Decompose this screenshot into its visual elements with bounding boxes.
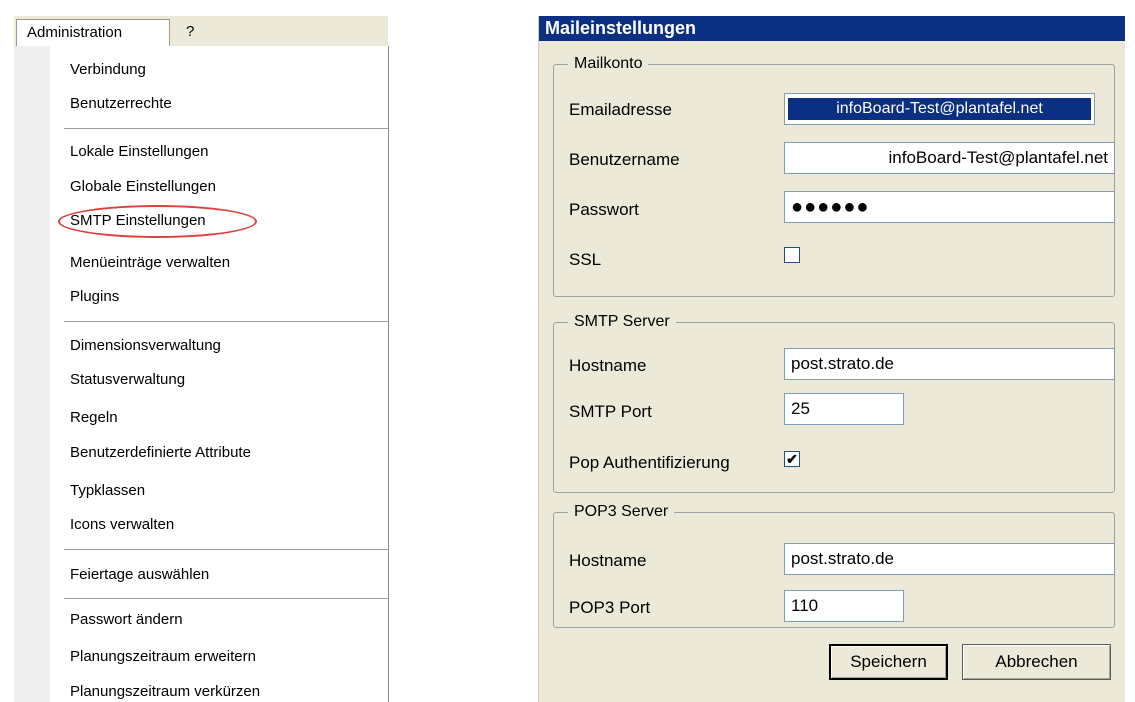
menu-divider bbox=[64, 549, 388, 550]
smtp-port-label: SMTP Port bbox=[569, 402, 652, 421]
pop-auth-checkbox[interactable]: ✔ bbox=[784, 451, 800, 467]
ssl-checkbox[interactable] bbox=[784, 247, 800, 263]
menu-item-zeitraum-erweitern[interactable]: Planungszeitraum erweitern bbox=[70, 647, 256, 667]
menu-administration[interactable]: Administration bbox=[16, 19, 170, 46]
email-field[interactable]: infoBoard-Test@plantafel.net bbox=[784, 93, 1095, 125]
password-label: Passwort bbox=[569, 200, 639, 219]
menu-item-regeln[interactable]: Regeln bbox=[70, 408, 118, 428]
menu-item-zeitraum-verkuerzen[interactable]: Planungszeitraum verkürzen bbox=[70, 682, 260, 702]
group-mailkonto: Mailkonto Emailadresse infoBoard-Test@pl… bbox=[553, 54, 1115, 297]
menu-item-menueeintraege[interactable]: Menüeinträge verwalten bbox=[70, 253, 230, 273]
ssl-label: SSL bbox=[569, 250, 602, 269]
mail-settings-dialog: Maileinstellungen Mailkonto Emailadresse… bbox=[538, 16, 1125, 702]
menu-item-icons-verwalten[interactable]: Icons verwalten bbox=[70, 515, 174, 535]
group-title-pop3: POP3 Server bbox=[568, 502, 675, 522]
username-label: Benutzername bbox=[569, 150, 680, 169]
menu-divider bbox=[64, 321, 388, 322]
menu-item-statusverwaltung[interactable]: Statusverwaltung bbox=[70, 370, 185, 390]
administration-dropdown: Verbindung Benutzerrechte Lokale Einstel… bbox=[14, 46, 389, 702]
pop3-hostname-label: Hostname bbox=[569, 551, 647, 570]
menu-item-verbindung[interactable]: Verbindung bbox=[70, 60, 146, 80]
menu-divider bbox=[64, 128, 388, 129]
group-title-smtp: SMTP Server bbox=[568, 312, 676, 332]
menu-item-benutzerdefinierte-attribute[interactable]: Benutzerdefinierte Attribute bbox=[70, 443, 251, 463]
menu-item-typklassen[interactable]: Typklassen bbox=[70, 481, 145, 501]
menu-item-dimensionsverwaltung[interactable]: Dimensionsverwaltung bbox=[70, 336, 221, 356]
menu-item-benutzerrechte[interactable]: Benutzerrechte bbox=[70, 94, 172, 114]
menu-item-lokale-einstellungen[interactable]: Lokale Einstellungen bbox=[70, 142, 208, 162]
menu-item-feiertage[interactable]: Feiertage auswählen bbox=[70, 565, 209, 585]
password-field[interactable] bbox=[784, 191, 1115, 223]
menu-bar: Administration ? bbox=[14, 16, 388, 47]
group-title-mailkonto: Mailkonto bbox=[568, 54, 649, 74]
smtp-hostname-label: Hostname bbox=[569, 356, 647, 375]
menu-item-plugins[interactable]: Plugins bbox=[70, 287, 119, 307]
group-pop3-server: POP3 Server Hostname POP3 Port bbox=[553, 502, 1115, 628]
pop-auth-label: Pop Authentifizierung bbox=[569, 453, 730, 472]
menu-item-globale-einstellungen[interactable]: Globale Einstellungen bbox=[70, 177, 216, 197]
dialog-title: Maileinstellungen bbox=[539, 16, 1125, 41]
smtp-highlight-ellipse bbox=[58, 205, 257, 238]
email-label: Emailadresse bbox=[569, 100, 672, 119]
menu-icon-gutter bbox=[14, 46, 50, 702]
pop3-port-label: POP3 Port bbox=[569, 598, 651, 617]
smtp-hostname-field[interactable] bbox=[784, 348, 1115, 380]
email-value: infoBoard-Test@plantafel.net bbox=[788, 98, 1091, 120]
cancel-button[interactable]: Abbrechen bbox=[962, 644, 1111, 680]
save-button[interactable]: Speichern bbox=[829, 644, 948, 680]
username-field[interactable] bbox=[784, 142, 1115, 174]
group-smtp-server: SMTP Server Hostname SMTP Port Pop Authe… bbox=[553, 312, 1115, 493]
pop3-port-field[interactable] bbox=[784, 590, 904, 622]
menu-help[interactable]: ? bbox=[176, 19, 204, 45]
pop3-hostname-field[interactable] bbox=[784, 543, 1115, 575]
menu-divider bbox=[64, 598, 388, 599]
menu-item-passwort-aendern[interactable]: Passwort ändern bbox=[70, 610, 183, 630]
smtp-port-field[interactable] bbox=[784, 393, 904, 425]
